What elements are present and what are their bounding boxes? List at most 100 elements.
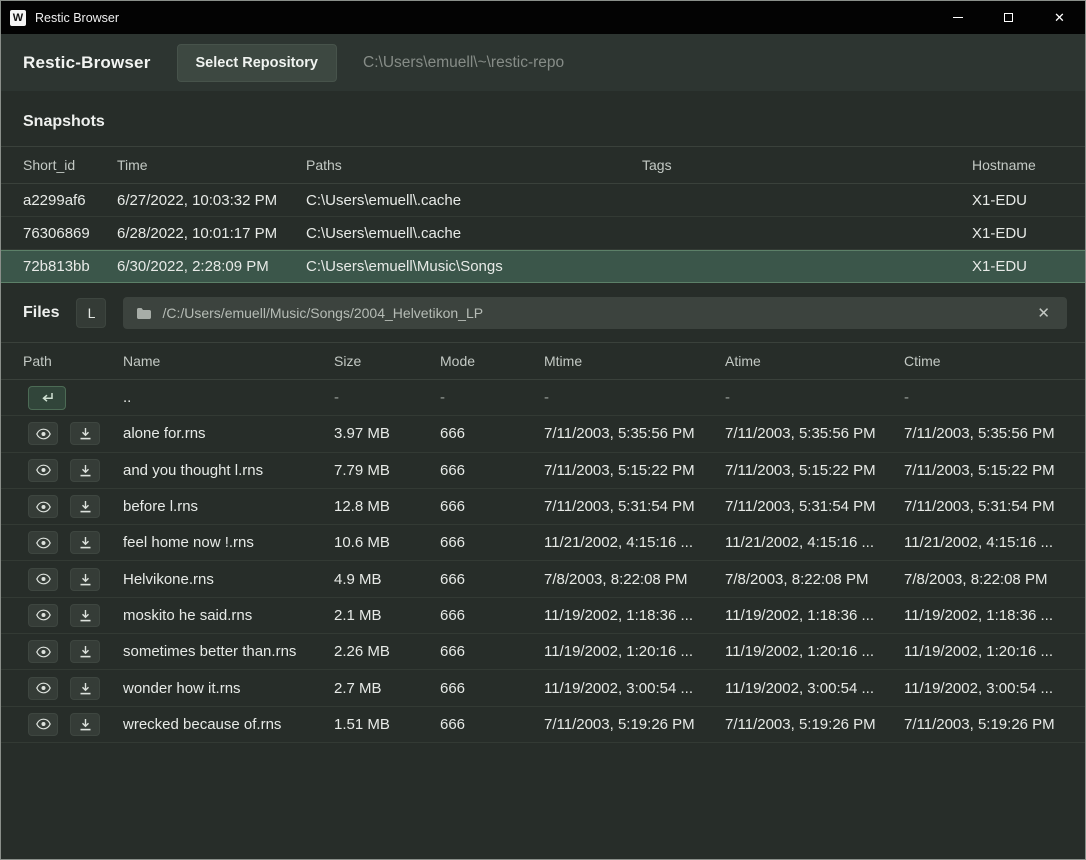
maximize-icon	[1004, 13, 1013, 22]
current-path-text: /C:/Users/emuell/Music/Songs/2004_Helvet…	[162, 305, 483, 321]
file-row-actions	[1, 531, 123, 554]
file-row[interactable]: sometimes better than.rns 2.26 MB 666 11…	[1, 634, 1085, 670]
preview-button[interactable]	[28, 604, 58, 627]
snapshot-row[interactable]: 76306869 6/28/2022, 10:01:17 PM C:\Users…	[1, 217, 1085, 250]
snapshot-row[interactable]: a2299af6 6/27/2022, 10:03:32 PM C:\Users…	[1, 184, 1085, 217]
file-row-actions	[1, 640, 123, 663]
file-row[interactable]: alone for.rns 3.97 MB 666 7/11/2003, 5:3…	[1, 416, 1085, 452]
titlebar: W Restic Browser ✕	[1, 1, 1085, 34]
file-name: feel home now !.rns	[123, 534, 334, 551]
go-up-button[interactable]	[28, 386, 66, 410]
download-button[interactable]	[70, 459, 100, 482]
download-button[interactable]	[70, 677, 100, 700]
download-icon	[79, 464, 92, 477]
maximize-button[interactable]	[983, 1, 1034, 34]
preview-button[interactable]	[28, 495, 58, 518]
column-header-path: Path	[1, 353, 123, 369]
app-title: Restic-Browser	[23, 53, 151, 73]
download-button[interactable]	[70, 422, 100, 445]
file-row[interactable]: wrecked because of.rns 1.51 MB 666 7/11/…	[1, 707, 1085, 743]
tree-toggle-button[interactable]: L	[76, 298, 106, 328]
preview-button[interactable]	[28, 459, 58, 482]
download-icon	[79, 536, 92, 549]
snapshot-paths: C:\Users\emuell\.cache	[306, 225, 642, 242]
clear-path-button[interactable]: ✕	[1033, 302, 1054, 324]
download-button[interactable]	[70, 495, 100, 518]
column-header-mtime: Mtime	[544, 353, 725, 369]
close-button[interactable]: ✕	[1034, 1, 1085, 34]
file-mode: 666	[440, 498, 544, 515]
download-icon	[79, 500, 92, 513]
file-ctime: 7/8/2003, 8:22:08 PM	[904, 571, 1085, 588]
preview-button[interactable]	[28, 677, 58, 700]
column-header-paths: Paths	[306, 157, 642, 173]
parent-directory-row[interactable]: .. - - - - -	[1, 380, 1085, 416]
eye-icon	[36, 537, 51, 549]
column-header-size: Size	[334, 353, 440, 369]
titlebar-left: W Restic Browser	[1, 10, 932, 26]
file-atime: 11/19/2002, 1:20:16 ...	[725, 643, 904, 660]
file-name: Helvikone.rns	[123, 571, 334, 588]
file-mtime: 7/11/2003, 5:35:56 PM	[544, 425, 725, 442]
snapshot-short-id: a2299af6	[1, 192, 117, 209]
file-ctime: 11/19/2002, 1:18:36 ...	[904, 607, 1085, 624]
file-mtime: 11/19/2002, 3:00:54 ...	[544, 680, 725, 697]
close-path-icon: ✕	[1037, 305, 1050, 322]
file-row[interactable]: Helvikone.rns 4.9 MB 666 7/8/2003, 8:22:…	[1, 561, 1085, 597]
file-mode: 666	[440, 425, 544, 442]
column-header-mode: Mode	[440, 353, 544, 369]
file-row-actions	[1, 604, 123, 627]
parent-row-actions	[1, 386, 123, 410]
download-button[interactable]	[70, 568, 100, 591]
file-row[interactable]: wonder how it.rns 2.7 MB 666 11/19/2002,…	[1, 670, 1085, 706]
file-atime: -	[725, 389, 904, 406]
eye-icon	[36, 682, 51, 694]
download-button[interactable]	[70, 531, 100, 554]
minimize-button[interactable]	[932, 1, 983, 34]
snapshots-table-body: a2299af6 6/27/2022, 10:03:32 PM C:\Users…	[1, 184, 1085, 283]
preview-button[interactable]	[28, 640, 58, 663]
file-row-actions	[1, 713, 123, 736]
file-mode: 666	[440, 607, 544, 624]
preview-button[interactable]	[28, 422, 58, 445]
download-button[interactable]	[70, 640, 100, 663]
file-ctime: 7/11/2003, 5:19:26 PM	[904, 716, 1085, 733]
file-size: 12.8 MB	[334, 498, 440, 515]
file-row[interactable]: moskito he said.rns 2.1 MB 666 11/19/200…	[1, 598, 1085, 634]
download-button[interactable]	[70, 604, 100, 627]
file-size: 2.26 MB	[334, 643, 440, 660]
download-icon	[79, 645, 92, 658]
file-name: moskito he said.rns	[123, 607, 334, 624]
snapshot-time: 6/30/2022, 2:28:09 PM	[117, 258, 306, 275]
window-title: Restic Browser	[35, 11, 119, 25]
eye-icon	[36, 501, 51, 513]
files-toolbar: Files L /C:/Users/emuell/Music/Songs/200…	[1, 283, 1085, 342]
file-atime: 11/21/2002, 4:15:16 ...	[725, 534, 904, 551]
file-size: 2.1 MB	[334, 607, 440, 624]
preview-button[interactable]	[28, 531, 58, 554]
file-row-actions	[1, 677, 123, 700]
file-row[interactable]: and you thought l.rns 7.79 MB 666 7/11/2…	[1, 453, 1085, 489]
select-repository-button[interactable]: Select Repository	[177, 44, 338, 82]
snapshots-table-header: Short_id Time Paths Tags Hostname	[1, 146, 1085, 184]
preview-button[interactable]	[28, 568, 58, 591]
file-row[interactable]: before l.rns 12.8 MB 666 7/11/2003, 5:31…	[1, 489, 1085, 525]
snapshot-row[interactable]: 72b813bb 6/30/2022, 2:28:09 PM C:\Users\…	[1, 250, 1085, 283]
file-row-actions	[1, 422, 123, 445]
file-row-actions	[1, 495, 123, 518]
file-path-input[interactable]: /C:/Users/emuell/Music/Songs/2004_Helvet…	[123, 297, 1067, 329]
file-mtime: 11/19/2002, 1:20:16 ...	[544, 643, 725, 660]
return-up-icon	[39, 392, 55, 404]
file-mtime: 7/11/2003, 5:19:26 PM	[544, 716, 725, 733]
download-button[interactable]	[70, 713, 100, 736]
snapshot-time: 6/27/2022, 10:03:32 PM	[117, 192, 306, 209]
preview-button[interactable]	[28, 713, 58, 736]
file-size: 7.79 MB	[334, 462, 440, 479]
file-row[interactable]: feel home now !.rns 10.6 MB 666 11/21/20…	[1, 525, 1085, 561]
column-header-ctime: Ctime	[904, 353, 1085, 369]
file-mode: 666	[440, 643, 544, 660]
file-size: 2.7 MB	[334, 680, 440, 697]
column-header-time: Time	[117, 157, 306, 173]
files-table-header: Path Name Size Mode Mtime Atime Ctime	[1, 342, 1085, 380]
file-name: before l.rns	[123, 498, 334, 515]
